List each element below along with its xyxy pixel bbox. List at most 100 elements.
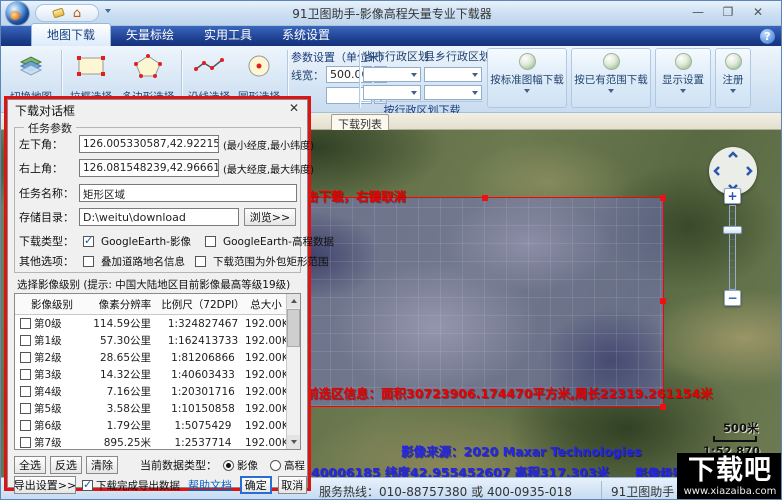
cursor-coordinates-text: 40006185 纬度42.955452607 高程317.303米 — [311, 462, 609, 477]
divider — [359, 50, 360, 108]
download-type-row: 下载类型： GoogleEarth-影像 GoogleEarth-高程数据 — [19, 233, 334, 249]
upper-right-input[interactable]: 126.081548239,42.966610596 — [79, 159, 219, 177]
register-button[interactable]: 注册 — [715, 48, 751, 108]
polygon-select-icon — [133, 53, 163, 82]
lower-left-input[interactable]: 126.005330587,42.922150300 — [79, 135, 219, 153]
county-select-1[interactable] — [424, 67, 482, 82]
export-after-download-checkbox[interactable] — [82, 480, 93, 491]
radio-dem[interactable] — [270, 460, 281, 471]
imagery-source-text: 影像来源：2020 Maxar Technologies — [401, 441, 642, 460]
tab-utilities[interactable]: 实用工具 — [189, 24, 267, 46]
level-checkbox[interactable] — [20, 318, 31, 329]
county-label: 县乡行政区划 — [424, 48, 482, 64]
scroll-up-icon[interactable] — [287, 294, 300, 308]
chevron-down-icon — [524, 89, 530, 93]
upper-right-row: 右上角： 126.081548239,42.966610596 (最大经度,最大… — [19, 159, 314, 177]
globe-icon — [725, 53, 742, 70]
globe-icon — [603, 53, 620, 70]
dialog-close-icon[interactable]: ✕ — [289, 101, 299, 115]
other-options-row: 其他选项： 叠加道路地名信息 下载范围为外包矩形范围 — [19, 253, 329, 269]
tab-map-download[interactable]: 地图下载 — [31, 23, 111, 46]
rect-select-icon — [74, 53, 108, 82]
selection-buttons-row: 全选 反选 清除 当前数据类型： 影像 高程 — [14, 456, 307, 474]
ok-button[interactable]: 确定 — [240, 476, 272, 494]
titlebar: ⌂ 91卫图助手-影像高程矢量专业下载器 — ❐ ✕ — [1, 1, 782, 26]
cancel-button[interactable]: 取消 — [278, 476, 308, 494]
watermark-site: www.xiazaiba.com — [684, 486, 777, 498]
tab-download-list[interactable]: 下载列表 — [331, 114, 389, 130]
level-table: 影像级别 像素分辨率 比例尺（72DPI） 总大小 第0级 114.59公里 1… — [14, 293, 301, 450]
select-all-button[interactable]: 全选 — [14, 456, 46, 474]
level-checkbox[interactable] — [20, 420, 31, 431]
zoom-slider-track[interactable] — [729, 205, 736, 290]
help-icon[interactable]: ? — [760, 29, 775, 44]
tab-vector-plot[interactable]: 矢量标绘 — [111, 24, 189, 46]
task-params-legend: 任务参数 — [24, 120, 76, 136]
task-name-input[interactable]: 矩形区域 — [79, 184, 297, 202]
level-checkbox[interactable] — [20, 437, 31, 448]
dialog-title: 下载对话框 — [15, 102, 75, 119]
selection-handle[interactable] — [482, 195, 488, 201]
scale-bar-label: 500米 — [723, 420, 759, 436]
line-width-label: 线宽： — [291, 67, 324, 83]
selection-handle[interactable] — [660, 195, 666, 201]
bbox-range-checkbox[interactable] — [195, 256, 206, 267]
table-row[interactable]: 第3级 14.32公里 1:40603433 192.00K — [15, 366, 300, 383]
invert-select-button[interactable]: 反选 — [50, 456, 82, 474]
storage-dir-row: 存储目录： D:\weitu\download 浏览>> — [19, 208, 296, 226]
zoom-out-button[interactable]: − — [724, 290, 741, 306]
clear-button[interactable]: 清除 — [86, 456, 118, 474]
type-dem-checkbox[interactable] — [205, 236, 216, 247]
help-doc-link[interactable]: 帮助文档 — [188, 477, 232, 493]
display-settings-button[interactable]: 显示设置 — [655, 48, 711, 108]
globe-icon — [675, 53, 692, 70]
dialog-footer-row: 导出设置>> 下载完成导出数据 帮助文档 确定 取消 — [14, 476, 307, 494]
selection-handle[interactable] — [660, 404, 666, 410]
close-button[interactable]: ✕ — [745, 3, 771, 21]
table-scrollbar[interactable] — [286, 294, 300, 449]
level-checkbox[interactable] — [20, 335, 31, 346]
standard-sheet-download-button[interactable]: 按标准图幅下载 — [487, 48, 567, 108]
scrollbar-thumb[interactable] — [287, 309, 300, 347]
level-checkbox[interactable] — [20, 352, 31, 363]
window-title: 91卫图助手-影像高程矢量专业下载器 — [1, 5, 782, 22]
circle-select-icon — [246, 53, 272, 82]
table-row[interactable]: 第2级 28.65公里 1:81206866 192.00K — [15, 349, 300, 366]
scroll-down-icon[interactable] — [287, 435, 300, 449]
county-column: 县乡行政区划 — [424, 48, 482, 100]
browse-button[interactable]: 浏览>> — [244, 208, 296, 226]
maximize-button[interactable]: ❐ — [715, 3, 741, 21]
province-select-2[interactable] — [363, 85, 421, 100]
level-section-title: 选择影像级别 (提示: 中国大陆地区目前影像最高等级19级) — [17, 277, 290, 292]
watermark: 下载吧 www.xiazaiba.com — [677, 453, 782, 500]
selection-handle[interactable] — [660, 298, 666, 304]
level-checkbox[interactable] — [20, 369, 31, 380]
table-row[interactable]: 第5级 3.58公里 1:10150858 192.00K — [15, 400, 300, 417]
zoom-in-button[interactable]: + — [724, 188, 741, 204]
zoom-slider-handle[interactable] — [723, 226, 742, 234]
level-checkbox[interactable] — [20, 386, 31, 397]
data-type-label: 当前数据类型： — [140, 457, 217, 473]
table-row[interactable]: 第7级 895.25米 1:2537714 192.00K — [15, 434, 300, 450]
province-select-1[interactable] — [363, 67, 421, 82]
type-image-checkbox[interactable] — [83, 236, 94, 247]
county-select-2[interactable] — [424, 85, 482, 100]
ribbon-tab-row: 地图下载 矢量标绘 实用工具 系统设置 ? — [1, 26, 782, 46]
radio-imagery[interactable] — [223, 460, 234, 471]
level-checkbox[interactable] — [20, 403, 31, 414]
app-window: ⌂ 91卫图助手-影像高程矢量专业下载器 — ❐ ✕ 地图下载 矢量标绘 实用工… — [0, 0, 782, 500]
storage-dir-select[interactable]: D:\weitu\download — [79, 208, 239, 226]
existing-range-download-button[interactable]: 按已有范围下载 — [571, 48, 651, 108]
watermark-name: 下载吧 — [688, 456, 772, 486]
table-row[interactable]: 第4级 7.16公里 1:20301716 192.00K — [15, 383, 300, 400]
tab-system-settings[interactable]: 系统设置 — [267, 24, 345, 46]
export-settings-button[interactable]: 导出设置>> — [14, 476, 76, 494]
table-row[interactable]: 第1级 57.30公里 1:162413733 192.00K — [15, 332, 300, 349]
overlay-roads-checkbox[interactable] — [83, 256, 94, 267]
table-row[interactable]: 第6级 1.79公里 1:5075429 192.00K — [15, 417, 300, 434]
minimize-button[interactable]: — — [685, 3, 711, 21]
scale-bar — [713, 436, 757, 442]
province-column: 省市行政区划 — [363, 48, 421, 100]
chevron-down-icon — [730, 89, 736, 93]
table-row[interactable]: 第0级 114.59公里 1:324827467 192.00K — [15, 315, 300, 332]
